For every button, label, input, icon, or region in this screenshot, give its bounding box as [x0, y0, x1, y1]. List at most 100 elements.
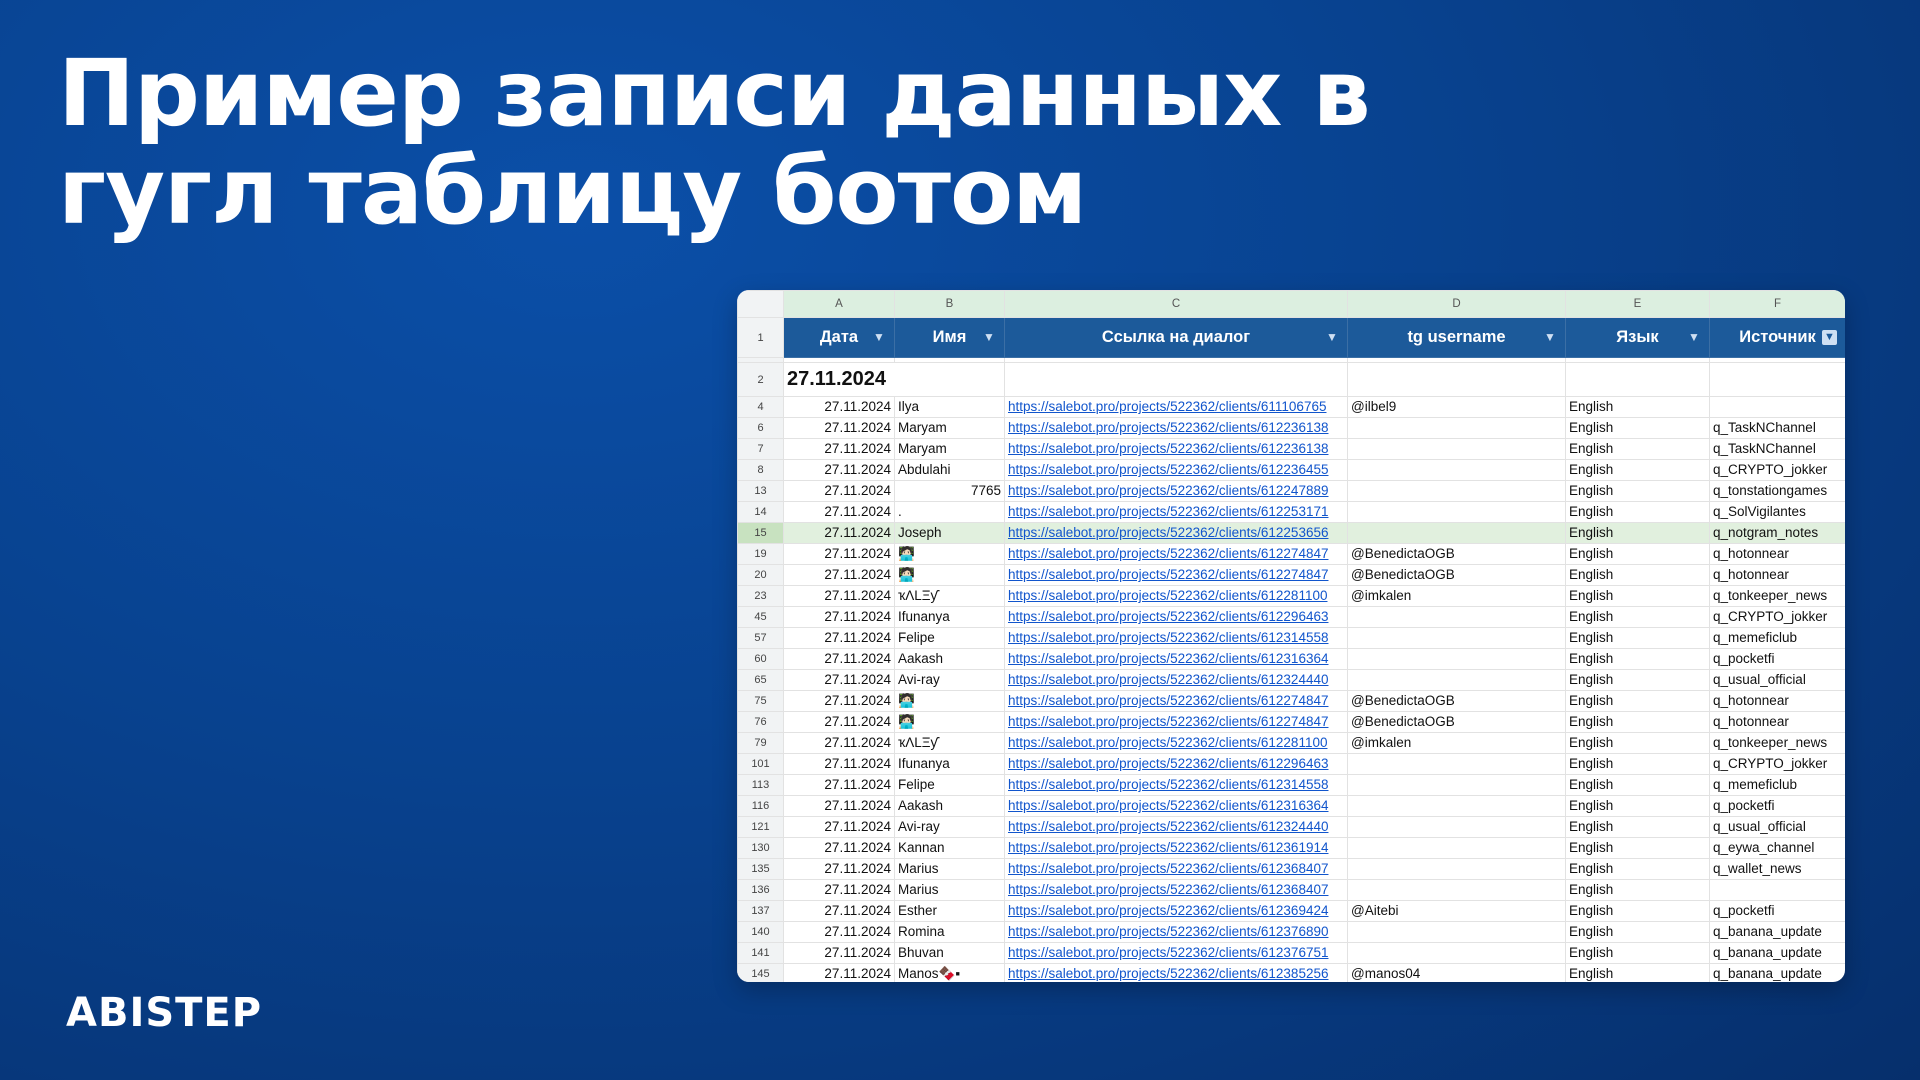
filter-icon[interactable]: ▼ [1543, 331, 1557, 343]
language-cell[interactable]: English [1565, 606, 1710, 628]
date-cell[interactable]: 27.11.2024 [783, 585, 895, 607]
name-cell[interactable]: ҡΛLΞƴ [894, 585, 1005, 607]
row-number[interactable]: 130 [737, 837, 784, 859]
row-number[interactable]: 19 [737, 543, 784, 565]
username-cell[interactable]: @manos04 [1347, 963, 1566, 982]
language-cell[interactable]: English [1565, 816, 1710, 838]
username-cell[interactable] [1347, 774, 1566, 796]
dialog-link[interactable]: https://salebot.pro/projects/522362/clie… [1004, 522, 1348, 544]
cell[interactable] [1347, 362, 1566, 397]
name-cell[interactable]: Avi-ray [894, 669, 1005, 691]
row-number[interactable]: 7 [737, 438, 784, 460]
username-cell[interactable] [1347, 522, 1566, 544]
dialog-link[interactable]: https://salebot.pro/projects/522362/clie… [1004, 711, 1348, 733]
row-number[interactable]: 45 [737, 606, 784, 628]
dialog-link[interactable]: https://salebot.pro/projects/522362/clie… [1004, 753, 1348, 775]
date-cell[interactable]: 27.11.2024 [783, 459, 895, 481]
name-cell[interactable]: Aakash [894, 648, 1005, 670]
date-cell[interactable]: 27.11.2024 [783, 732, 895, 754]
language-cell[interactable]: English [1565, 417, 1710, 439]
source-cell[interactable]: q_tonstationgames [1709, 480, 1845, 502]
language-cell[interactable]: English [1565, 459, 1710, 481]
header-cell-language[interactable]: Язык ▼ [1565, 317, 1710, 358]
group-date-cell[interactable]: 27.11.2024 [783, 362, 1005, 397]
language-cell[interactable]: English [1565, 480, 1710, 502]
source-cell[interactable]: q_eywa_channel [1709, 837, 1845, 859]
language-cell[interactable]: English [1565, 858, 1710, 880]
row-number[interactable]: 113 [737, 774, 784, 796]
source-cell[interactable]: q_pocketfi [1709, 795, 1845, 817]
username-cell[interactable]: @imkalen [1347, 732, 1566, 754]
username-cell[interactable]: @ilbel9 [1347, 396, 1566, 418]
column-letter-a[interactable]: A [783, 290, 895, 318]
date-cell[interactable]: 27.11.2024 [783, 669, 895, 691]
date-cell[interactable]: 27.11.2024 [783, 543, 895, 565]
username-cell[interactable] [1347, 627, 1566, 649]
dialog-link[interactable]: https://salebot.pro/projects/522362/clie… [1004, 501, 1348, 523]
date-cell[interactable]: 27.11.2024 [783, 480, 895, 502]
username-cell[interactable] [1347, 858, 1566, 880]
column-letter-e[interactable]: E [1565, 290, 1710, 318]
source-cell[interactable]: q_pocketfi [1709, 648, 1845, 670]
language-cell[interactable]: English [1565, 438, 1710, 460]
date-cell[interactable]: 27.11.2024 [783, 753, 895, 775]
date-cell[interactable]: 27.11.2024 [783, 606, 895, 628]
source-cell[interactable]: q_TaskNChannel [1709, 438, 1845, 460]
cell[interactable] [1004, 362, 1348, 397]
name-cell[interactable]: Romina [894, 921, 1005, 943]
dialog-link[interactable]: https://salebot.pro/projects/522362/clie… [1004, 732, 1348, 754]
dialog-link[interactable]: https://salebot.pro/projects/522362/clie… [1004, 669, 1348, 691]
username-cell[interactable] [1347, 753, 1566, 775]
row-number[interactable]: 60 [737, 648, 784, 670]
name-cell[interactable]: 🧑🏻‍💻 [894, 711, 1005, 733]
dialog-link[interactable]: https://salebot.pro/projects/522362/clie… [1004, 690, 1348, 712]
row-number[interactable]: 65 [737, 669, 784, 691]
date-cell[interactable]: 27.11.2024 [783, 816, 895, 838]
dialog-link[interactable]: https://salebot.pro/projects/522362/clie… [1004, 627, 1348, 649]
date-cell[interactable]: 27.11.2024 [783, 438, 895, 460]
language-cell[interactable]: English [1565, 669, 1710, 691]
row-number[interactable]: 121 [737, 816, 784, 838]
username-cell[interactable]: @BenedictaOGB [1347, 690, 1566, 712]
date-cell[interactable]: 27.11.2024 [783, 837, 895, 859]
header-cell-name[interactable]: Имя ▼ [894, 317, 1005, 358]
name-cell[interactable]: Ifunanya [894, 606, 1005, 628]
language-cell[interactable]: English [1565, 921, 1710, 943]
username-cell[interactable] [1347, 879, 1566, 901]
language-cell[interactable]: English [1565, 732, 1710, 754]
filter-icon[interactable]: ▼ [872, 331, 886, 343]
row-number[interactable]: 14 [737, 501, 784, 523]
name-cell[interactable]: 🧑🏻‍💻 [894, 690, 1005, 712]
dialog-link[interactable]: https://salebot.pro/projects/522362/clie… [1004, 795, 1348, 817]
date-cell[interactable]: 27.11.2024 [783, 900, 895, 922]
date-cell[interactable]: 27.11.2024 [783, 417, 895, 439]
username-cell[interactable] [1347, 669, 1566, 691]
dialog-link[interactable]: https://salebot.pro/projects/522362/clie… [1004, 963, 1348, 982]
username-cell[interactable] [1347, 417, 1566, 439]
language-cell[interactable]: English [1565, 879, 1710, 901]
language-cell[interactable]: English [1565, 795, 1710, 817]
row-number[interactable]: 6 [737, 417, 784, 439]
row-number[interactable]: 2 [737, 362, 784, 397]
username-cell[interactable] [1347, 837, 1566, 859]
language-cell[interactable]: English [1565, 627, 1710, 649]
dialog-link[interactable]: https://salebot.pro/projects/522362/clie… [1004, 480, 1348, 502]
row-number[interactable]: 140 [737, 921, 784, 943]
column-letter-d[interactable]: D [1347, 290, 1566, 318]
source-cell[interactable]: q_CRYPTO_jokker [1709, 459, 1845, 481]
name-cell[interactable]: Maryam [894, 417, 1005, 439]
name-cell[interactable]: Kannan [894, 837, 1005, 859]
dialog-link[interactable]: https://salebot.pro/projects/522362/clie… [1004, 858, 1348, 880]
dialog-link[interactable]: https://salebot.pro/projects/522362/clie… [1004, 459, 1348, 481]
column-letter-b[interactable]: B [894, 290, 1005, 318]
row-number[interactable]: 57 [737, 627, 784, 649]
row-number[interactable]: 76 [737, 711, 784, 733]
username-cell[interactable]: @BenedictaOGB [1347, 564, 1566, 586]
source-cell[interactable] [1709, 879, 1845, 901]
dialog-link[interactable]: https://salebot.pro/projects/522362/clie… [1004, 648, 1348, 670]
name-cell[interactable]: Joseph [894, 522, 1005, 544]
name-cell[interactable]: Avi-ray [894, 816, 1005, 838]
date-cell[interactable]: 27.11.2024 [783, 942, 895, 964]
username-cell[interactable] [1347, 921, 1566, 943]
filter-icon[interactable]: ▼ [1325, 331, 1339, 343]
